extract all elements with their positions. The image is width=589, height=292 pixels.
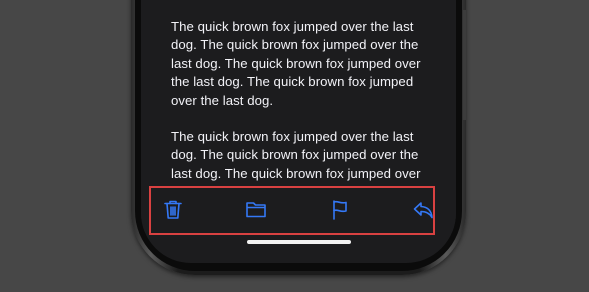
home-indicator[interactable] [247,240,351,244]
message-paragraph-1: The quick brown fox jumped over the last… [171,19,421,108]
phone-side-button [463,10,466,120]
toolbar-highlight-box [149,186,435,235]
